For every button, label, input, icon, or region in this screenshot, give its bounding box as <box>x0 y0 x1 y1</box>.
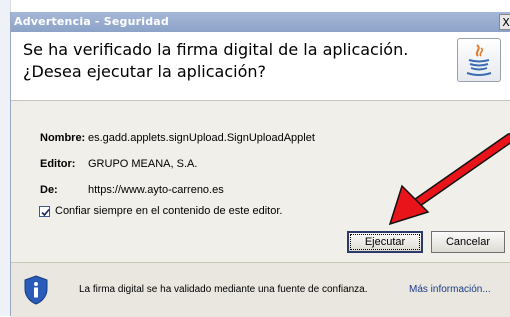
shield-info-icon <box>23 275 49 308</box>
dialog-header: Se ha verificado la firma digital de la … <box>11 32 510 101</box>
java-icon <box>457 38 501 82</box>
cancel-button[interactable]: Cancelar <box>431 231 505 253</box>
name-value: es.gadd.applets.signUpload.SignUploadApp… <box>88 132 315 144</box>
more-info-link[interactable]: Más información... <box>409 284 491 295</box>
name-label: Nombre: <box>40 132 86 144</box>
window-title: Advertencia - Seguridad <box>14 15 169 28</box>
trust-checkbox[interactable] <box>39 206 50 217</box>
title-bar[interactable]: Advertencia - Seguridad X <box>11 12 510 32</box>
verification-message: Se ha verificado la firma digital de la … <box>23 40 409 59</box>
close-button[interactable]: X <box>499 14 510 30</box>
footer-bar: La firma digital se ha validado mediante… <box>11 262 510 317</box>
run-button[interactable]: Ejecutar <box>347 231 423 253</box>
run-question: ¿Desea ejecutar la aplicación? <box>23 62 266 81</box>
security-warning-dialog: Advertencia - Seguridad X Se ha verifica… <box>10 12 510 317</box>
validation-message: La firma digital se ha validado mediante… <box>79 284 368 295</box>
trust-checkbox-label[interactable]: Confiar siempre en el contenido de este … <box>55 205 282 217</box>
publisher-value: GRUPO MEANA, S.A. <box>88 158 198 170</box>
from-label: De: <box>40 184 58 196</box>
publisher-label: Editor: <box>40 158 76 170</box>
from-value: https://www.ayto-carreno.es <box>88 184 224 196</box>
